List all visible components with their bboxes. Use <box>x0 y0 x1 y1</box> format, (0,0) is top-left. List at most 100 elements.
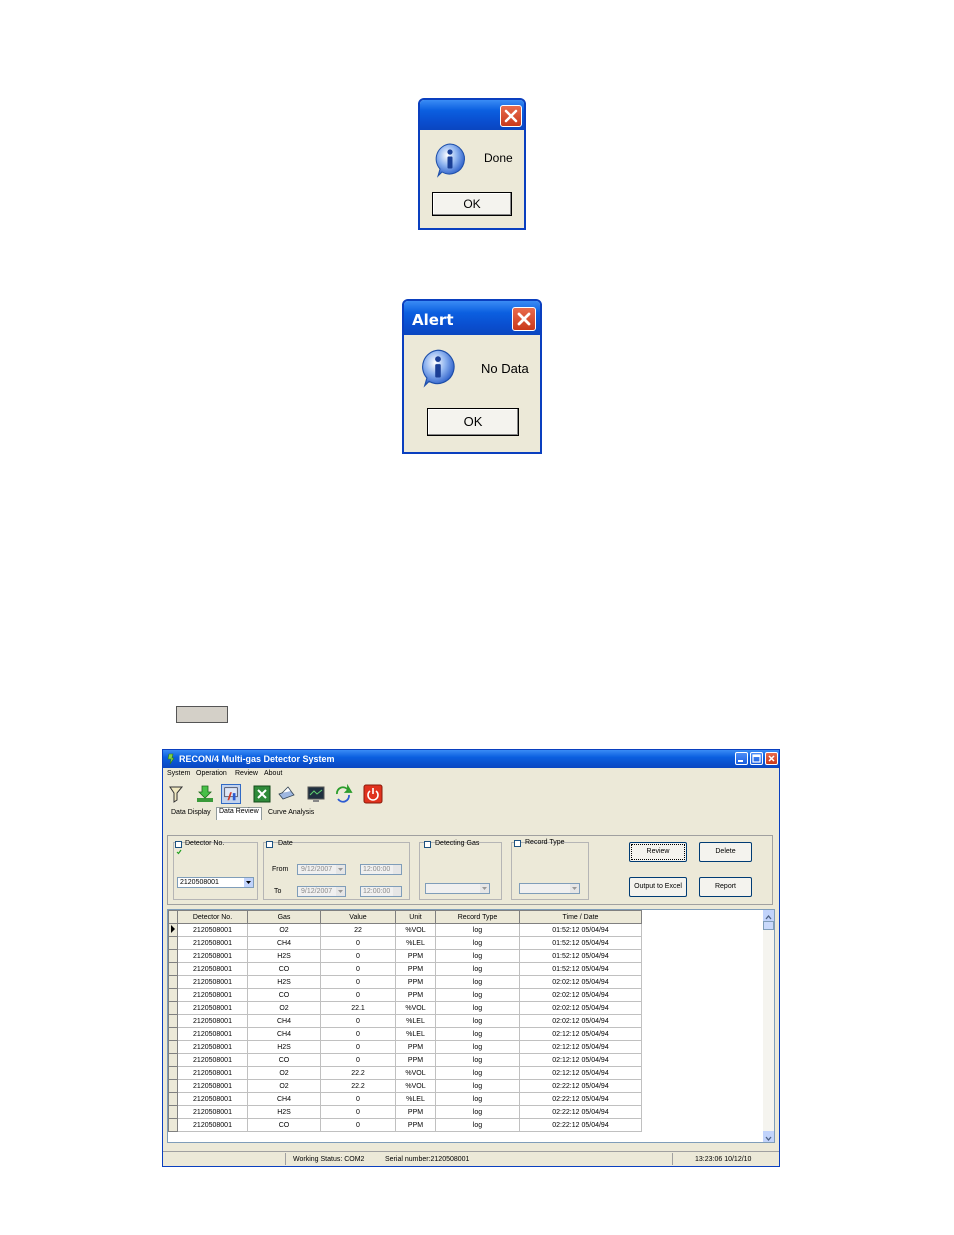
row-header[interactable] <box>168 1040 178 1054</box>
row-header[interactable] <box>168 1079 178 1093</box>
cell-value[interactable]: 0 <box>320 1105 396 1119</box>
cell-gas[interactable]: CO <box>247 1053 321 1067</box>
cell-value[interactable]: 0 <box>320 1014 396 1028</box>
cell-gas[interactable]: CO <box>247 1118 321 1132</box>
row-header[interactable] <box>168 1053 178 1067</box>
from-date-picker[interactable]: 9/12/2007 <box>297 864 346 875</box>
close-button[interactable] <box>500 105 522 127</box>
row-header[interactable] <box>168 1001 178 1015</box>
cell-record-type[interactable]: log <box>435 923 520 937</box>
table-row[interactable]: 2120508001 O2 22 %VOL log 01:52:12 05/04/94 <box>168 923 642 937</box>
cell-value[interactable]: 0 <box>320 1040 396 1054</box>
table-row[interactable]: 2120508001 CH4 0 %LEL log 02:22:12 05/04/94 <box>168 1092 642 1106</box>
tab-data-display[interactable]: Data Display <box>171 809 211 819</box>
dropdown-arrow[interactable] <box>480 884 489 893</box>
cell-gas[interactable]: CO <box>247 988 321 1002</box>
cell-time-date[interactable]: 02:12:12 05/04/94 <box>519 1040 642 1054</box>
record-type-checkbox[interactable] <box>514 840 521 847</box>
col-time-date[interactable]: Time / Date <box>519 910 642 924</box>
col-detector-no[interactable]: Detector No. <box>177 910 248 924</box>
cell-record-type[interactable]: log <box>435 1001 520 1015</box>
cell-detector-no[interactable]: 2120508001 <box>177 1105 248 1119</box>
cell-detector-no[interactable]: 2120508001 <box>177 1092 248 1106</box>
cell-gas[interactable]: CO <box>247 962 321 976</box>
dropdown-arrow[interactable] <box>336 887 345 896</box>
row-header[interactable] <box>168 923 178 937</box>
scroll-thumb[interactable] <box>763 921 774 930</box>
cell-detector-no[interactable]: 2120508001 <box>177 1066 248 1080</box>
cell-time-date[interactable]: 01:52:12 05/04/94 <box>519 962 642 976</box>
col-record-type[interactable]: Record Type <box>435 910 520 924</box>
cell-gas[interactable]: O2 <box>247 1066 321 1080</box>
cell-time-date[interactable]: 01:52:12 05/04/94 <box>519 936 642 950</box>
tab-data-review[interactable]: Data Review <box>216 807 262 820</box>
cell-record-type[interactable]: log <box>435 1105 520 1119</box>
scroll-up-button[interactable] <box>763 910 774 921</box>
to-time-spinner[interactable]: 12:00:00 <box>360 886 402 897</box>
row-header[interactable] <box>168 988 178 1002</box>
cell-time-date[interactable]: 02:22:12 05/04/94 <box>519 1092 642 1106</box>
table-row[interactable]: 2120508001 CO 0 PPM log 02:22:12 05/04/94 <box>168 1118 642 1132</box>
cell-detector-no[interactable]: 2120508001 <box>177 1053 248 1067</box>
cell-gas[interactable]: CH4 <box>247 1014 321 1028</box>
cell-time-date[interactable]: 02:02:12 05/04/94 <box>519 1001 642 1015</box>
cell-time-date[interactable]: 02:02:12 05/04/94 <box>519 1014 642 1028</box>
cell-time-date[interactable]: 02:22:12 05/04/94 <box>519 1118 642 1132</box>
dropdown-arrow[interactable] <box>244 878 253 887</box>
cell-record-type[interactable]: log <box>435 936 520 950</box>
menu-about[interactable]: About <box>264 770 282 777</box>
cell-detector-no[interactable]: 2120508001 <box>177 988 248 1002</box>
detecting-gas-checkbox[interactable] <box>424 841 431 848</box>
cell-record-type[interactable]: log <box>435 962 520 976</box>
date-checkbox[interactable] <box>266 841 273 848</box>
cell-unit[interactable]: %LEL <box>395 1092 436 1106</box>
from-time-spinner[interactable]: 12:00:00 <box>360 864 402 875</box>
cell-detector-no[interactable]: 2120508001 <box>177 1079 248 1093</box>
detector-button[interactable] <box>166 784 186 804</box>
cell-unit[interactable]: PPM <box>395 988 436 1002</box>
scroll-down-button[interactable] <box>763 1131 774 1142</box>
cell-time-date[interactable]: 02:02:12 05/04/94 <box>519 975 642 989</box>
menu-review[interactable]: Review <box>235 770 258 777</box>
cell-unit[interactable]: %LEL <box>395 1027 436 1041</box>
cell-value[interactable]: 0 <box>320 1118 396 1132</box>
cell-detector-no[interactable]: 2120508001 <box>177 962 248 976</box>
spinner-arrows[interactable] <box>393 865 401 874</box>
cell-unit[interactable]: PPM <box>395 962 436 976</box>
data-grid[interactable]: Detector No. Gas Value Unit Record Type … <box>167 909 775 1143</box>
row-header[interactable] <box>168 1092 178 1106</box>
print-button[interactable] <box>276 784 296 804</box>
row-header[interactable] <box>168 962 178 976</box>
cell-time-date[interactable]: 01:52:12 05/04/94 <box>519 923 642 937</box>
cell-time-date[interactable]: 02:02:12 05/04/94 <box>519 988 642 1002</box>
settings-button[interactable] <box>221 784 241 804</box>
cell-record-type[interactable]: log <box>435 975 520 989</box>
dropdown-arrow[interactable] <box>336 865 345 874</box>
ok-button[interactable]: OK <box>427 408 519 436</box>
cell-value[interactable]: 22.1 <box>320 1001 396 1015</box>
cell-unit[interactable]: PPM <box>395 1118 436 1132</box>
cell-detector-no[interactable]: 2120508001 <box>177 1001 248 1015</box>
cell-value[interactable]: 22.2 <box>320 1066 396 1080</box>
cell-record-type[interactable]: log <box>435 1027 520 1041</box>
table-row[interactable]: 2120508001 H2S 0 PPM log 02:22:12 05/04/94 <box>168 1105 642 1119</box>
row-header[interactable] <box>168 1118 178 1132</box>
cell-gas[interactable]: CH4 <box>247 1092 321 1106</box>
cell-gas[interactable]: O2 <box>247 1079 321 1093</box>
alert-dialog-titlebar[interactable]: Alert <box>404 301 540 335</box>
cell-time-date[interactable]: 01:52:12 05/04/94 <box>519 949 642 963</box>
cell-unit[interactable]: %LEL <box>395 1014 436 1028</box>
cell-gas[interactable]: CH4 <box>247 1027 321 1041</box>
row-header[interactable] <box>168 949 178 963</box>
col-gas[interactable]: Gas <box>247 910 321 924</box>
cell-detector-no[interactable]: 2120508001 <box>177 923 248 937</box>
cell-detector-no[interactable]: 2120508001 <box>177 1040 248 1054</box>
power-button[interactable] <box>363 784 383 804</box>
cell-record-type[interactable]: log <box>435 1118 520 1132</box>
cell-time-date[interactable]: 02:22:12 05/04/94 <box>519 1079 642 1093</box>
cell-record-type[interactable]: log <box>435 1053 520 1067</box>
cell-record-type[interactable]: log <box>435 1014 520 1028</box>
col-unit[interactable]: Unit <box>395 910 436 924</box>
table-row[interactable]: 2120508001 CH4 0 %LEL log 02:02:12 05/04/94 <box>168 1014 642 1028</box>
maximize-button[interactable] <box>750 752 763 765</box>
